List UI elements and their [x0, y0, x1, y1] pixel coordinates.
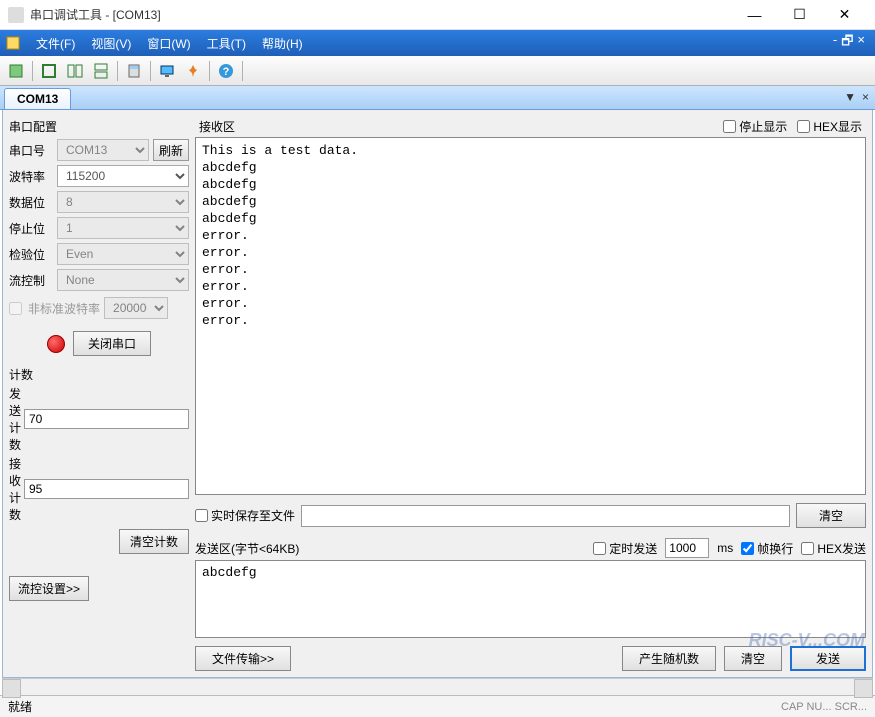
nonstd-checkbox[interactable]	[9, 302, 22, 315]
tab-close-icon[interactable]: ×	[862, 90, 869, 104]
mdi-minimize-icon[interactable]: -	[833, 32, 837, 54]
wrap-label: 帧换行	[757, 540, 793, 557]
nonstd-label: 非标准波特率	[28, 300, 100, 317]
send-title: 发送区(字节<64KB)	[195, 540, 299, 557]
port-status-icon	[47, 335, 65, 353]
toolbar-window1-icon[interactable]	[37, 59, 61, 83]
data-select[interactable]: 8	[57, 191, 189, 213]
recv-count-label: 接收计数	[9, 455, 24, 523]
realtime-save-checkbox[interactable]	[195, 509, 208, 522]
hex-send-checkbox[interactable]	[801, 542, 814, 555]
app-icon	[8, 7, 24, 23]
close-port-button[interactable]: 关闭串口	[73, 331, 151, 356]
random-button[interactable]: 产生随机数	[622, 646, 716, 671]
nonstd-select[interactable]: 200000	[104, 297, 168, 319]
send-textarea[interactable]	[195, 560, 866, 638]
timed-send-checkbox[interactable]	[593, 542, 606, 555]
hex-display-checkbox[interactable]	[797, 120, 810, 133]
status-right: CAP NU... SCR...	[781, 701, 867, 713]
hex-send-label: HEX发送	[817, 540, 866, 557]
close-button[interactable]: ✕	[822, 1, 867, 29]
data-label: 数据位	[9, 194, 53, 211]
file-transfer-button[interactable]: 文件传输>>	[195, 646, 291, 671]
stop-display-checkbox[interactable]	[723, 120, 736, 133]
parity-select[interactable]: Even	[57, 243, 189, 265]
clear-count-button[interactable]: 清空计数	[119, 529, 189, 554]
clear-recv-button[interactable]: 清空	[796, 503, 866, 528]
port-select[interactable]: COM13	[57, 139, 149, 161]
menu-view[interactable]: 视图(V)	[83, 32, 139, 55]
menu-help[interactable]: 帮助(H)	[254, 32, 311, 55]
mdi-restore-icon[interactable]: 🗗	[841, 32, 853, 54]
toolbar-pin-icon[interactable]	[181, 59, 205, 83]
ms-label: ms	[717, 541, 733, 555]
menu-file[interactable]: 文件(F)	[28, 32, 83, 55]
stop-display-label: 停止显示	[739, 118, 787, 135]
timed-send-label: 定时发送	[609, 540, 657, 557]
menubar-icon	[4, 34, 22, 52]
port-label: 串口号	[9, 142, 53, 159]
clear-send-button[interactable]: 清空	[724, 646, 782, 671]
flow-label: 流控制	[9, 272, 53, 289]
toolbar-window3-icon[interactable]	[89, 59, 113, 83]
tab-dropdown-icon[interactable]: ▼	[844, 90, 856, 104]
toolbar-monitor-icon[interactable]	[155, 59, 179, 83]
send-count-input[interactable]	[24, 409, 189, 429]
toolbar-window2-icon[interactable]	[63, 59, 87, 83]
toolbar-help-icon[interactable]: ?	[214, 59, 238, 83]
flow-select[interactable]: None	[57, 269, 189, 291]
stop-select[interactable]: 1	[57, 217, 189, 239]
parity-label: 检验位	[9, 246, 53, 263]
stop-label: 停止位	[9, 220, 53, 237]
toolbar-new-icon[interactable]	[4, 59, 28, 83]
status-ready: 就绪	[8, 698, 32, 715]
horizontal-scrollbar[interactable]	[2, 678, 873, 695]
config-title: 串口配置	[9, 116, 189, 137]
menu-tools[interactable]: 工具(T)	[199, 32, 254, 55]
mdi-close-icon[interactable]: ×	[857, 32, 865, 54]
refresh-button[interactable]: 刷新	[153, 139, 189, 161]
toolbar-calc-icon[interactable]	[122, 59, 146, 83]
tab-com13[interactable]: COM13	[4, 88, 71, 109]
receive-textarea[interactable]: This is a test data. abcdefg abcdefg abc…	[195, 137, 866, 495]
realtime-save-label: 实时保存至文件	[211, 507, 295, 524]
interval-input[interactable]	[665, 538, 709, 558]
count-title: 计数	[9, 364, 189, 385]
flow-settings-button[interactable]: 流控设置>>	[9, 576, 89, 601]
send-button[interactable]: 发送	[790, 646, 866, 671]
baud-select[interactable]: 115200	[57, 165, 189, 187]
recv-title: 接收区	[199, 118, 235, 135]
window-title: 串口调试工具 - [COM13]	[30, 6, 732, 23]
save-path-input[interactable]	[301, 505, 790, 527]
recv-count-input[interactable]	[24, 479, 189, 499]
svg-text:?: ?	[223, 66, 230, 78]
hex-display-label: HEX显示	[813, 118, 862, 135]
minimize-button[interactable]: —	[732, 1, 777, 29]
wrap-checkbox[interactable]	[741, 542, 754, 555]
send-count-label: 发送计数	[9, 385, 24, 453]
baud-label: 波特率	[9, 168, 53, 185]
menu-window[interactable]: 窗口(W)	[139, 32, 198, 55]
maximize-button[interactable]: ☐	[777, 1, 822, 29]
